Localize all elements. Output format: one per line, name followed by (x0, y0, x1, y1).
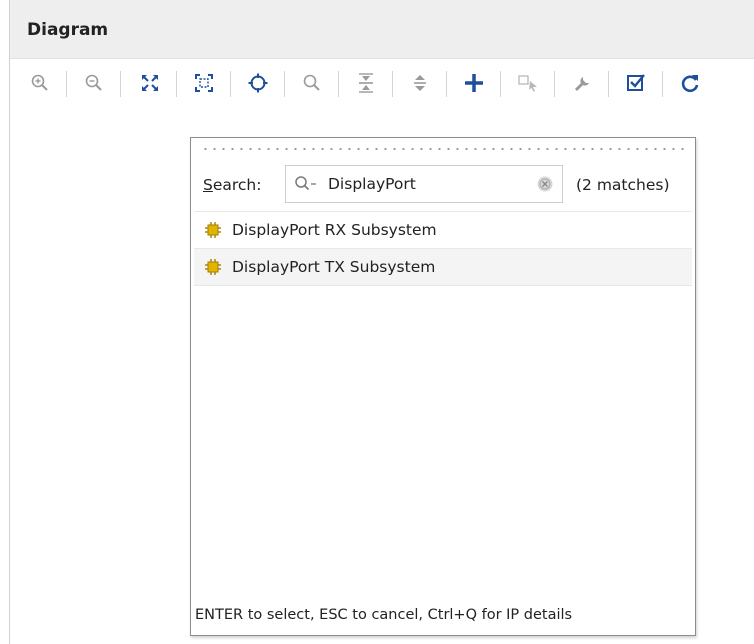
add-ip-button[interactable] (456, 65, 492, 101)
expand-button[interactable] (402, 65, 438, 101)
zoom-in-button[interactable] (22, 65, 58, 101)
search-dropdown-icon[interactable] (294, 175, 322, 193)
result-label: DisplayPort RX Subsystem (232, 221, 437, 239)
search-row: Search: (2 matches) (191, 162, 695, 204)
regenerate-icon (681, 75, 699, 93)
toolbar-separator (120, 71, 121, 97)
toolbar-separator (446, 71, 447, 97)
search-icon (303, 74, 320, 91)
toolbar-separator (230, 71, 231, 97)
search-input[interactable] (328, 172, 528, 196)
toolbar-separator (662, 71, 663, 97)
fit-selection-icon (195, 74, 213, 92)
panel-title: Diagram (27, 20, 109, 40)
results-list: DisplayPort RX Subsystem DisplayPort TX … (194, 211, 692, 286)
result-item[interactable]: DisplayPort RX Subsystem (194, 211, 692, 249)
result-label: DisplayPort TX Subsystem (232, 258, 436, 276)
toolbar-separator (608, 71, 609, 97)
keyboard-hint: ENTER to select, ESC to cancel, Ctrl+Q f… (195, 607, 573, 623)
search-button[interactable] (294, 65, 330, 101)
toolbar-separator (554, 71, 555, 97)
run-automation-button[interactable] (510, 65, 546, 101)
fit-selection-button[interactable] (186, 65, 222, 101)
search-label: Search: (203, 176, 261, 194)
toolbar-separator (500, 71, 501, 97)
search-label-mnemonic: S (203, 176, 213, 194)
add-ip-icon (465, 74, 483, 92)
toolbar-separator (392, 71, 393, 97)
run-automation-icon (518, 75, 537, 92)
diagram-window: Diagram Search: DisplayPort (2 matches) … (0, 0, 754, 644)
customize-button[interactable] (564, 65, 600, 101)
regenerate-button[interactable] (672, 65, 708, 101)
search-label-text: earch: (212, 176, 262, 194)
ip-core-icon (205, 222, 221, 238)
validate-button[interactable] (618, 65, 654, 101)
toolbar-separator (338, 71, 339, 97)
expand-icon (414, 75, 426, 91)
fit-view-icon (142, 75, 158, 91)
add-ip-popup: Search: (2 matches) (190, 137, 696, 636)
auto-connect-button[interactable] (240, 65, 276, 101)
search-field[interactable] (285, 165, 563, 203)
fit-view-button[interactable] (132, 65, 168, 101)
zoom-out-icon (85, 74, 102, 91)
collapse-icon (359, 73, 373, 93)
collapse-button[interactable] (348, 65, 384, 101)
popup-drag-handle[interactable] (201, 147, 685, 151)
toolbar-separator (66, 71, 67, 97)
zoom-in-icon (31, 74, 48, 91)
panel-header: Diagram (10, 0, 754, 59)
ip-core-icon (205, 259, 221, 275)
toolbar-separator (284, 71, 285, 97)
toolbar-separator (176, 71, 177, 97)
result-item-selected[interactable]: DisplayPort TX Subsystem (194, 248, 692, 286)
zoom-out-button[interactable] (76, 65, 112, 101)
customize-icon (574, 77, 589, 92)
clear-search-icon[interactable] (536, 175, 554, 193)
diagram-toolbar (10, 59, 754, 107)
auto-connect-icon (248, 73, 268, 93)
validate-icon (627, 74, 645, 91)
match-count: (2 matches) (576, 176, 670, 194)
